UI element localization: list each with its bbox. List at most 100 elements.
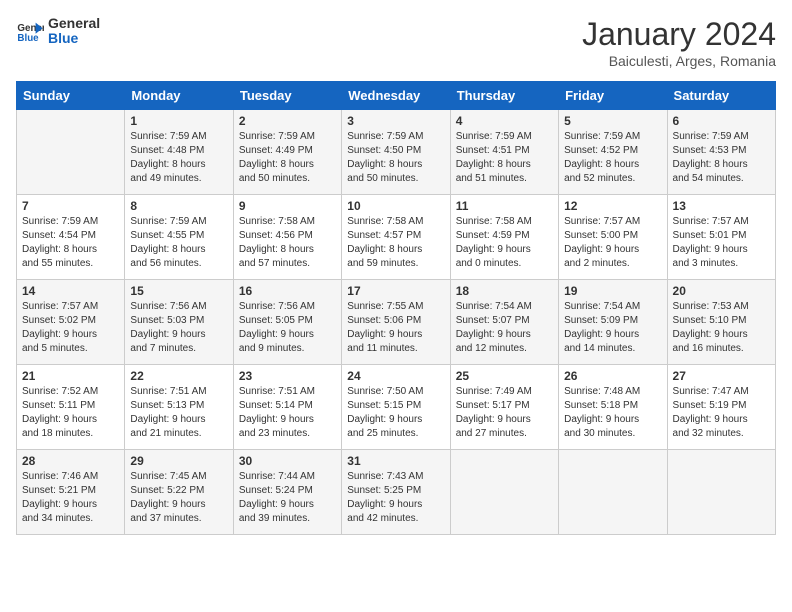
day-number: 13 xyxy=(673,199,770,213)
calendar-cell: 30 Sunrise: 7:44 AMSunset: 5:24 PMDayligh… xyxy=(233,450,341,535)
header-day-friday: Friday xyxy=(559,82,667,110)
calendar-cell xyxy=(667,450,775,535)
day-info: Sunrise: 7:59 AMSunset: 4:55 PMDaylight:… xyxy=(130,215,227,271)
day-number: 30 xyxy=(239,454,336,468)
day-number: 18 xyxy=(456,284,553,298)
day-info: Sunrise: 7:57 AMSunset: 5:02 PMDaylight:… xyxy=(22,300,119,356)
day-info: Sunrise: 7:56 AMSunset: 5:05 PMDaylight:… xyxy=(239,300,336,356)
day-number: 5 xyxy=(564,114,661,128)
day-info: Sunrise: 7:52 AMSunset: 5:11 PMDaylight:… xyxy=(22,385,119,441)
day-info: Sunrise: 7:59 AMSunset: 4:53 PMDaylight:… xyxy=(673,130,770,186)
calendar-cell: 24Sunrise: 7:50 AMSunset: 5:15 PMDayligh… xyxy=(342,365,450,450)
calendar-cell: 16 Sunrise: 7:56 AMSunset: 5:05 PMDayligh… xyxy=(233,280,341,365)
day-info: Sunrise: 7:59 AMSunset: 4:51 PMDaylight:… xyxy=(456,130,553,186)
logo-icon: General Blue xyxy=(16,17,44,45)
header-row: SundayMondayTuesdayWednesdayThursdayFrid… xyxy=(17,82,776,110)
day-number: 16 xyxy=(239,284,336,298)
day-number: 1 xyxy=(130,114,227,128)
week-row-2: 7 Sunrise: 7:59 AMSunset: 4:54 PMDaylight… xyxy=(17,195,776,280)
calendar-cell: 12 Sunrise: 7:57 AMSunset: 5:00 PMDayligh… xyxy=(559,195,667,280)
day-info: Sunrise: 7:59 AMSunset: 4:52 PMDaylight:… xyxy=(564,130,661,186)
day-number: 6 xyxy=(673,114,770,128)
day-info: Sunrise: 7:46 AMSunset: 5:21 PMDaylight:… xyxy=(22,470,119,526)
day-number: 27 xyxy=(673,369,770,383)
page-header: General Blue General Blue January 2024 B… xyxy=(16,16,776,69)
day-info: Sunrise: 7:47 AMSunset: 5:19 PMDaylight:… xyxy=(673,385,770,441)
calendar-cell: 15 Sunrise: 7:56 AMSunset: 5:03 PMDayligh… xyxy=(125,280,233,365)
week-row-4: 21 Sunrise: 7:52 AMSunset: 5:11 PMDayligh… xyxy=(17,365,776,450)
header-day-wednesday: Wednesday xyxy=(342,82,450,110)
day-info: Sunrise: 7:48 AMSunset: 5:18 PMDaylight:… xyxy=(564,385,661,441)
day-number: 24 xyxy=(347,369,444,383)
logo-blue: Blue xyxy=(48,31,100,46)
day-number: 21 xyxy=(22,369,119,383)
day-info: Sunrise: 7:59 AMSunset: 4:50 PMDaylight:… xyxy=(347,130,444,186)
day-info: Sunrise: 7:58 AMSunset: 4:59 PMDaylight:… xyxy=(456,215,553,271)
svg-text:Blue: Blue xyxy=(17,33,39,44)
day-info: Sunrise: 7:49 AMSunset: 5:17 PMDaylight:… xyxy=(456,385,553,441)
day-number: 25 xyxy=(456,369,553,383)
day-info: Sunrise: 7:59 AMSunset: 4:48 PMDaylight:… xyxy=(130,130,227,186)
day-number: 8 xyxy=(130,199,227,213)
logo: General Blue General Blue xyxy=(16,16,100,47)
calendar-cell: 13 Sunrise: 7:57 AMSunset: 5:01 PMDayligh… xyxy=(667,195,775,280)
day-info: Sunrise: 7:56 AMSunset: 5:03 PMDaylight:… xyxy=(130,300,227,356)
calendar-cell: 1 Sunrise: 7:59 AMSunset: 4:48 PMDaylight… xyxy=(125,110,233,195)
calendar-cell: 23Sunrise: 7:51 AMSunset: 5:14 PMDayligh… xyxy=(233,365,341,450)
day-number: 28 xyxy=(22,454,119,468)
day-info: Sunrise: 7:54 AMSunset: 5:09 PMDaylight:… xyxy=(564,300,661,356)
header-day-tuesday: Tuesday xyxy=(233,82,341,110)
day-info: Sunrise: 7:58 AMSunset: 4:57 PMDaylight:… xyxy=(347,215,444,271)
calendar-cell: 21 Sunrise: 7:52 AMSunset: 5:11 PMDayligh… xyxy=(17,365,125,450)
header-day-thursday: Thursday xyxy=(450,82,558,110)
day-number: 14 xyxy=(22,284,119,298)
day-info: Sunrise: 7:43 AMSunset: 5:25 PMDaylight:… xyxy=(347,470,444,526)
day-number: 15 xyxy=(130,284,227,298)
location-subtitle: Baiculesti, Arges, Romania xyxy=(582,53,776,69)
day-number: 26 xyxy=(564,369,661,383)
calendar-cell: 25 Sunrise: 7:49 AMSunset: 5:17 PMDayligh… xyxy=(450,365,558,450)
day-number: 11 xyxy=(456,199,553,213)
day-info: Sunrise: 7:57 AMSunset: 5:00 PMDaylight:… xyxy=(564,215,661,271)
calendar-cell: 28 Sunrise: 7:46 AMSunset: 5:21 PMDayligh… xyxy=(17,450,125,535)
calendar-cell: 10 Sunrise: 7:58 AMSunset: 4:57 PMDayligh… xyxy=(342,195,450,280)
header-day-saturday: Saturday xyxy=(667,82,775,110)
day-number: 7 xyxy=(22,199,119,213)
title-block: January 2024 Baiculesti, Arges, Romania xyxy=(582,16,776,69)
calendar-cell xyxy=(450,450,558,535)
day-info: Sunrise: 7:45 AMSunset: 5:22 PMDaylight:… xyxy=(130,470,227,526)
calendar-cell: 3 Sunrise: 7:59 AMSunset: 4:50 PMDaylight… xyxy=(342,110,450,195)
logo-general: General xyxy=(48,16,100,31)
calendar-table: SundayMondayTuesdayWednesdayThursdayFrid… xyxy=(16,81,776,535)
day-info: Sunrise: 7:59 AMSunset: 4:54 PMDaylight:… xyxy=(22,215,119,271)
calendar-cell: 14 Sunrise: 7:57 AMSunset: 5:02 PMDayligh… xyxy=(17,280,125,365)
calendar-cell: 20 Sunrise: 7:53 AMSunset: 5:10 PMDayligh… xyxy=(667,280,775,365)
calendar-cell: 18 Sunrise: 7:54 AMSunset: 5:07 PMDayligh… xyxy=(450,280,558,365)
day-number: 17 xyxy=(347,284,444,298)
calendar-cell: 6 Sunrise: 7:59 AMSunset: 4:53 PMDaylight… xyxy=(667,110,775,195)
day-number: 22 xyxy=(130,369,227,383)
week-row-5: 28 Sunrise: 7:46 AMSunset: 5:21 PMDayligh… xyxy=(17,450,776,535)
day-info: Sunrise: 7:59 AMSunset: 4:49 PMDaylight:… xyxy=(239,130,336,186)
week-row-1: 1 Sunrise: 7:59 AMSunset: 4:48 PMDaylight… xyxy=(17,110,776,195)
day-info: Sunrise: 7:58 AMSunset: 4:56 PMDaylight:… xyxy=(239,215,336,271)
day-info: Sunrise: 7:53 AMSunset: 5:10 PMDaylight:… xyxy=(673,300,770,356)
day-number: 20 xyxy=(673,284,770,298)
day-number: 29 xyxy=(130,454,227,468)
day-number: 3 xyxy=(347,114,444,128)
header-day-sunday: Sunday xyxy=(17,82,125,110)
day-number: 12 xyxy=(564,199,661,213)
day-info: Sunrise: 7:54 AMSunset: 5:07 PMDaylight:… xyxy=(456,300,553,356)
calendar-cell: 11 Sunrise: 7:58 AMSunset: 4:59 PMDayligh… xyxy=(450,195,558,280)
day-number: 9 xyxy=(239,199,336,213)
header-day-monday: Monday xyxy=(125,82,233,110)
calendar-cell: 9 Sunrise: 7:58 AMSunset: 4:56 PMDaylight… xyxy=(233,195,341,280)
calendar-cell: 4Sunrise: 7:59 AMSunset: 4:51 PMDaylight… xyxy=(450,110,558,195)
day-info: Sunrise: 7:57 AMSunset: 5:01 PMDaylight:… xyxy=(673,215,770,271)
calendar-cell xyxy=(17,110,125,195)
day-info: Sunrise: 7:55 AMSunset: 5:06 PMDaylight:… xyxy=(347,300,444,356)
calendar-cell: 27 Sunrise: 7:47 AMSunset: 5:19 PMDayligh… xyxy=(667,365,775,450)
day-number: 10 xyxy=(347,199,444,213)
day-info: Sunrise: 7:44 AMSunset: 5:24 PMDaylight:… xyxy=(239,470,336,526)
calendar-cell: 8 Sunrise: 7:59 AMSunset: 4:55 PMDaylight… xyxy=(125,195,233,280)
